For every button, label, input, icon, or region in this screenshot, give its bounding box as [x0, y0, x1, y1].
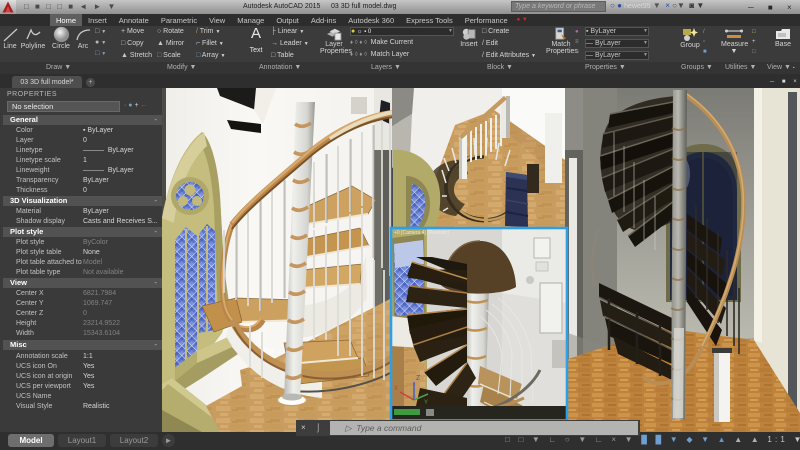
svg-text:Y: Y: [424, 400, 428, 406]
svg-text:Z: Z: [416, 375, 421, 382]
svg-text:X: X: [394, 386, 398, 392]
svg-text:+0 [Camera 4] [Realistic]: +0 [Camera 4] [Realistic]: [394, 230, 449, 236]
